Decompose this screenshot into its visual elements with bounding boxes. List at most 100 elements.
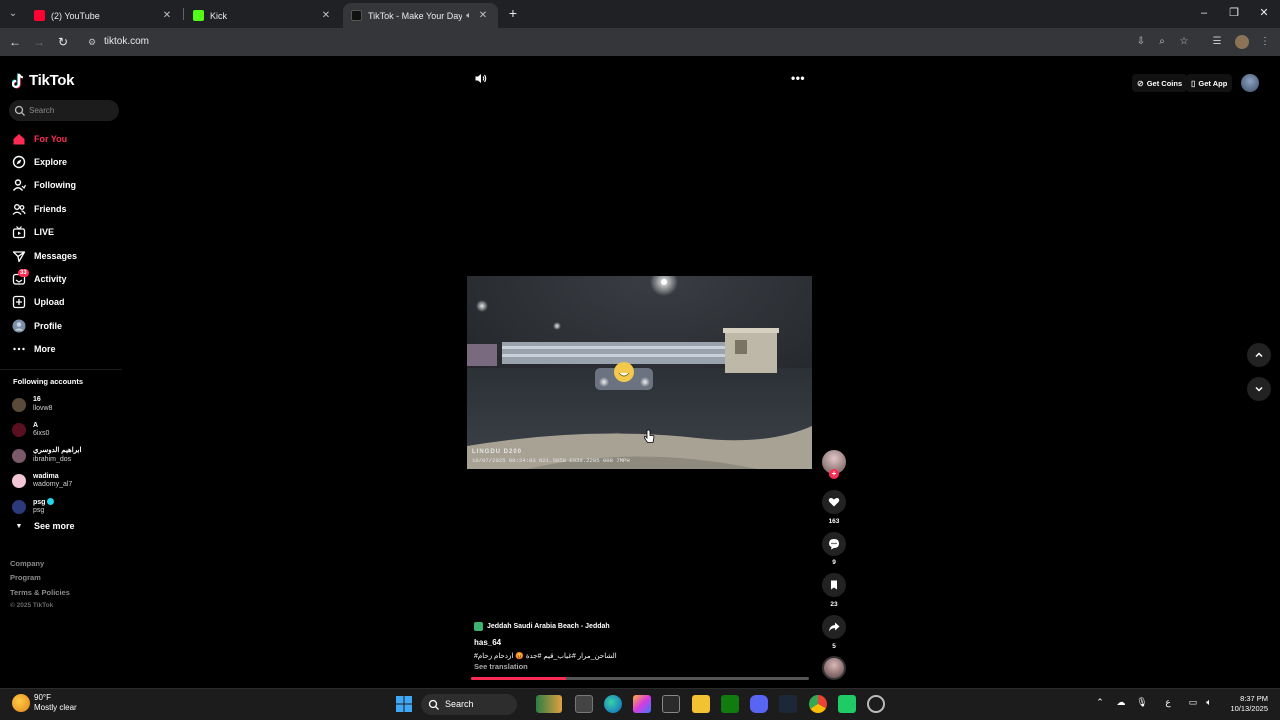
save-button[interactable] bbox=[822, 573, 846, 597]
video-progress-bar[interactable] bbox=[471, 677, 809, 680]
more-options-icon[interactable]: ••• bbox=[791, 71, 805, 85]
see-more-button[interactable]: ▼ See more bbox=[12, 521, 75, 531]
following-account-item[interactable]: A 6ixs0 bbox=[12, 418, 122, 444]
zoom-icon[interactable]: ⌕ bbox=[1154, 34, 1170, 50]
discord-icon[interactable] bbox=[750, 695, 768, 713]
browser-menu-icon[interactable]: ⋮ bbox=[1257, 34, 1273, 50]
music-disc-avatar[interactable] bbox=[822, 656, 846, 680]
clock-date: 10/13/2025 bbox=[1230, 704, 1268, 713]
get-app-button[interactable]: ▯ Get App bbox=[1186, 74, 1233, 92]
onedrive-cloud-icon[interactable]: ☁︎ bbox=[1114, 697, 1128, 708]
video-player[interactable]: LINGDU D200 10/07/2025 00:24:03 N21.5058… bbox=[467, 276, 812, 469]
compass-icon bbox=[12, 155, 26, 169]
messages-icon bbox=[12, 249, 26, 263]
forward-arrow-icon[interactable]: → bbox=[30, 33, 48, 51]
sidebar-item-upload[interactable]: Upload bbox=[0, 291, 125, 314]
file-explorer-folder-icon[interactable] bbox=[692, 695, 710, 713]
sidebar-item-activity[interactable]: 33 Activity bbox=[0, 267, 125, 290]
tab-youtube[interactable]: (2) YouTube ✕ bbox=[26, 3, 182, 28]
get-coins-button[interactable]: ⊘ Get Coins bbox=[1132, 74, 1188, 92]
share-button[interactable] bbox=[822, 615, 846, 639]
footer-link-company[interactable]: Company bbox=[10, 557, 70, 571]
edge-browser-icon[interactable] bbox=[604, 695, 622, 713]
get-app-label: Get App bbox=[1198, 78, 1228, 88]
window-minimize-icon[interactable]: – bbox=[1189, 4, 1219, 22]
sidebar-item-label: For You bbox=[34, 133, 68, 144]
sidebar-item-messages[interactable]: Messages bbox=[0, 244, 125, 267]
window-close-icon[interactable]: ✕ bbox=[1249, 4, 1279, 22]
system-clock[interactable]: 8:37 PM 10/13/2025 bbox=[1222, 694, 1268, 714]
account-name: ابراهيم الدوسري bbox=[33, 447, 82, 455]
tab-tiktok[interactable]: TikTok - Make Your Day 🔈︎ ✕ bbox=[343, 3, 498, 28]
volume-icon[interactable]: 🔈︎ bbox=[1202, 697, 1216, 708]
tab-search-chevron-icon[interactable]: ⌄ bbox=[4, 5, 22, 23]
bookmark-star-icon[interactable]: ☆ bbox=[1176, 34, 1192, 50]
comment-button[interactable] bbox=[822, 532, 846, 556]
tray-chevron-up-icon[interactable]: ⌃ bbox=[1093, 697, 1107, 708]
sidebar-item-for-you[interactable]: For You bbox=[0, 127, 125, 150]
tab-close-icon[interactable]: ✕ bbox=[476, 10, 490, 21]
following-account-item[interactable]: psg psg bbox=[12, 494, 122, 520]
taskbar-search[interactable]: Search bbox=[421, 694, 517, 715]
dashcam-night-scene bbox=[467, 276, 812, 469]
sidebar-item-explore[interactable]: Explore bbox=[0, 150, 125, 173]
following-account-item[interactable]: wadima wadomy_al7 bbox=[12, 469, 122, 495]
search-box[interactable] bbox=[9, 100, 119, 121]
tiktok-logo[interactable]: TikTok bbox=[11, 72, 74, 89]
chrome-browser-icon[interactable] bbox=[809, 695, 827, 713]
network-icon[interactable]: ▭ bbox=[1186, 697, 1200, 708]
site-info-icon[interactable]: ⚙︎ bbox=[86, 36, 98, 48]
volume-speaker-icon[interactable] bbox=[474, 72, 487, 85]
xbox-icon[interactable] bbox=[721, 695, 739, 713]
avatar bbox=[12, 499, 26, 514]
sidebar-item-live[interactable]: LIVE bbox=[0, 221, 125, 244]
url-text[interactable]: tiktok.com bbox=[104, 36, 149, 47]
task-view-icon[interactable] bbox=[575, 695, 593, 713]
previous-video-button[interactable] bbox=[1247, 343, 1271, 367]
tab-close-icon[interactable]: ✕ bbox=[319, 10, 333, 21]
follow-plus-icon[interactable]: + bbox=[829, 469, 839, 479]
search-highlight-icon[interactable] bbox=[536, 695, 562, 713]
following-account-item[interactable]: 16 llovw8 bbox=[12, 392, 122, 418]
microphone-icon[interactable]: 🎙︎ bbox=[1135, 697, 1149, 708]
location-label: Jeddah Saudi Arabia Beach - Jeddah bbox=[487, 623, 610, 630]
location-tag[interactable]: Jeddah Saudi Arabia Beach - Jeddah bbox=[474, 622, 610, 631]
browser-profile-avatar[interactable] bbox=[1235, 35, 1249, 49]
window-restore-icon[interactable]: ❐ bbox=[1219, 4, 1249, 22]
microsoft-store-icon[interactable] bbox=[662, 695, 680, 713]
tab-close-icon[interactable]: ✕ bbox=[160, 10, 174, 21]
whatsapp-like-app-icon[interactable] bbox=[838, 695, 856, 713]
address-bar[interactable]: ⚙︎ tiktok.com bbox=[80, 31, 1190, 53]
user-avatar[interactable] bbox=[1241, 74, 1259, 92]
install-app-icon[interactable]: ⇩ bbox=[1133, 34, 1149, 50]
reload-icon[interactable]: ↻ bbox=[54, 33, 72, 51]
tab-audio-speaker-icon[interactable]: 🔈︎ bbox=[462, 10, 476, 21]
steam-icon[interactable] bbox=[779, 695, 797, 713]
back-arrow-icon[interactable]: ← bbox=[6, 33, 24, 51]
new-tab-plus-icon[interactable]: + bbox=[505, 5, 521, 21]
reading-list-icon[interactable]: ☰ bbox=[1209, 34, 1225, 50]
like-button[interactable] bbox=[822, 490, 846, 514]
sidebar-item-friends[interactable]: Friends bbox=[0, 197, 125, 220]
weather-widget[interactable]: 90°F Mostly clear bbox=[12, 693, 77, 713]
sidebar-item-more[interactable]: More bbox=[0, 338, 125, 361]
browser-tab-bar: ⌄ (2) YouTube ✕ Kick ✕ TikTok - Make You… bbox=[0, 0, 1280, 28]
sidebar-divider bbox=[0, 369, 122, 370]
windows-start-icon[interactable] bbox=[395, 695, 413, 713]
footer-link-program[interactable]: Program bbox=[10, 571, 70, 585]
video-author[interactable]: has_64 bbox=[474, 638, 501, 647]
sidebar-item-profile[interactable]: Profile bbox=[0, 314, 125, 337]
following-account-item[interactable]: ابراهيم الدوسري ibrahim_dos bbox=[12, 443, 122, 469]
next-video-button[interactable] bbox=[1247, 377, 1271, 401]
tiktok-note-icon bbox=[11, 73, 26, 89]
tab-kick[interactable]: Kick ✕ bbox=[185, 3, 341, 28]
account-handle: psg bbox=[33, 507, 45, 515]
search-input[interactable] bbox=[29, 102, 114, 119]
share-count: 5 bbox=[832, 643, 836, 650]
copilot-icon[interactable] bbox=[633, 695, 651, 713]
see-translation-link[interactable]: See translation bbox=[474, 662, 528, 671]
snipping-tool-icon[interactable] bbox=[867, 695, 885, 713]
sidebar-item-following[interactable]: Following bbox=[0, 174, 125, 197]
footer-link-terms[interactable]: Terms & Policies bbox=[10, 586, 70, 600]
input-language-indicator[interactable]: ع bbox=[1161, 697, 1175, 708]
